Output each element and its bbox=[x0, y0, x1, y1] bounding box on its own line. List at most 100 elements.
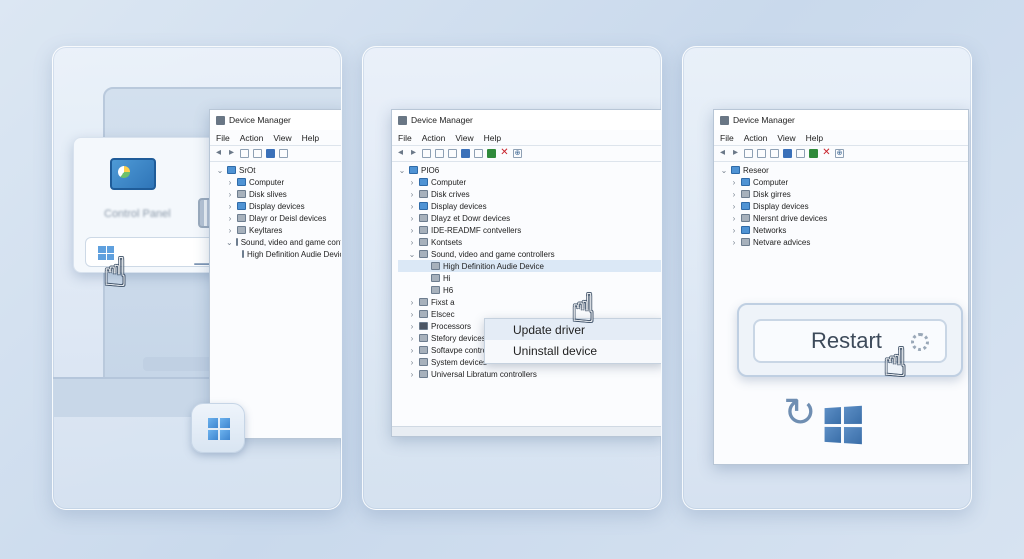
chevron-right-icon[interactable]: › bbox=[408, 214, 416, 223]
menu-help[interactable]: Help bbox=[302, 133, 319, 143]
tree-item[interactable]: › Display devices bbox=[398, 200, 661, 212]
view-icon[interactable] bbox=[757, 149, 766, 158]
help-icon[interactable] bbox=[783, 149, 792, 158]
tree-item[interactable]: › Nlersnt drive devices bbox=[720, 212, 968, 224]
uninstall-device-menu-item[interactable]: Uninstall device bbox=[485, 340, 661, 361]
chevron-down-icon[interactable]: ⌄ bbox=[216, 166, 224, 175]
scan-icon[interactable] bbox=[279, 149, 288, 158]
menu-view[interactable]: View bbox=[777, 133, 795, 143]
back-arrow-icon[interactable]: ◂ bbox=[718, 148, 727, 158]
menu-view[interactable]: View bbox=[455, 133, 473, 143]
chevron-right-icon[interactable]: › bbox=[730, 238, 738, 247]
chevron-right-icon[interactable]: › bbox=[226, 202, 234, 211]
chevron-right-icon[interactable]: › bbox=[408, 178, 416, 187]
chevron-right-icon[interactable]: › bbox=[730, 214, 738, 223]
tree-item[interactable]: High Definition Audie Device bbox=[216, 248, 341, 260]
chevron-right-icon[interactable]: › bbox=[730, 226, 738, 235]
tree-item[interactable]: › Disk girres bbox=[720, 188, 968, 200]
tree-item[interactable]: › Display devices bbox=[720, 200, 968, 212]
menu-view[interactable]: View bbox=[273, 133, 291, 143]
tree-item[interactable]: › Display devices bbox=[216, 200, 341, 212]
tree-item[interactable]: ⌄ Reseor bbox=[720, 164, 968, 176]
tree-item[interactable]: › Computer bbox=[720, 176, 968, 188]
tree-item[interactable]: High Definition Audie Device bbox=[398, 260, 661, 272]
tree-item[interactable]: › Keyltares bbox=[216, 224, 341, 236]
chevron-right-icon[interactable]: › bbox=[226, 226, 234, 235]
forward-arrow-icon[interactable]: ▸ bbox=[409, 148, 418, 158]
chevron-right-icon[interactable]: › bbox=[226, 178, 234, 187]
view-icon[interactable] bbox=[253, 149, 262, 158]
chevron-down-icon[interactable]: ⌄ bbox=[720, 166, 728, 175]
refresh-icon[interactable] bbox=[448, 149, 457, 158]
properties-icon[interactable] bbox=[422, 149, 431, 158]
tree-item[interactable]: › Dlayz et Dowr devices bbox=[398, 212, 661, 224]
windows-start-button[interactable] bbox=[191, 403, 245, 453]
chevron-right-icon[interactable]: › bbox=[408, 370, 416, 379]
tree-item[interactable]: Hi bbox=[398, 272, 661, 284]
chevron-right-icon[interactable]: › bbox=[408, 334, 416, 343]
help-icon[interactable] bbox=[266, 149, 275, 158]
menu-file[interactable]: File bbox=[216, 133, 230, 143]
download-icon[interactable]: ⊕ bbox=[835, 149, 844, 158]
tree-item[interactable]: ⌄ PIO6 bbox=[398, 164, 661, 176]
chevron-right-icon[interactable]: › bbox=[226, 214, 234, 223]
tree-item[interactable]: › Networks bbox=[720, 224, 968, 236]
uninstall-icon[interactable]: ✕ bbox=[822, 148, 831, 158]
tree-item[interactable]: › Disk slives bbox=[216, 188, 341, 200]
menu-action[interactable]: Action bbox=[422, 133, 446, 143]
forward-arrow-icon[interactable]: ▸ bbox=[227, 148, 236, 158]
restart-button[interactable]: Restart bbox=[753, 319, 947, 363]
chevron-down-icon[interactable]: ⌄ bbox=[398, 166, 406, 175]
help-icon[interactable] bbox=[461, 149, 470, 158]
chevron-right-icon[interactable]: › bbox=[408, 202, 416, 211]
tree-item[interactable]: › Netvare advices bbox=[720, 236, 968, 248]
chevron-down-icon[interactable]: ⌄ bbox=[408, 250, 416, 259]
scan-icon[interactable] bbox=[796, 149, 805, 158]
update-driver-icon[interactable] bbox=[809, 149, 818, 158]
tree-item[interactable]: › Kontsets bbox=[398, 236, 661, 248]
chevron-right-icon[interactable]: › bbox=[408, 298, 416, 307]
tree-item[interactable]: › Dlayr or Deisl devices bbox=[216, 212, 341, 224]
menu-action[interactable]: Action bbox=[240, 133, 264, 143]
menu-file[interactable]: File bbox=[398, 133, 412, 143]
tree-item[interactable]: ⌄ Sound, video and game controllers bbox=[216, 236, 341, 248]
tree-item[interactable]: › Disk crives bbox=[398, 188, 661, 200]
tree-item[interactable]: › Computer bbox=[216, 176, 341, 188]
back-arrow-icon[interactable]: ◂ bbox=[396, 148, 405, 158]
refresh-icon[interactable] bbox=[770, 149, 779, 158]
chevron-right-icon[interactable]: › bbox=[226, 190, 234, 199]
properties-icon[interactable] bbox=[744, 149, 753, 158]
tree-item[interactable]: › Computer bbox=[398, 176, 661, 188]
tree-item[interactable]: ⌄ SrOt bbox=[216, 164, 341, 176]
tree-item[interactable]: › Universal Libratum controllers bbox=[398, 368, 661, 380]
view-icon[interactable] bbox=[435, 149, 444, 158]
chevron-right-icon[interactable]: › bbox=[408, 322, 416, 331]
chevron-right-icon[interactable]: › bbox=[408, 190, 416, 199]
tree-item[interactable]: › IDE-READMF contvellers bbox=[398, 224, 661, 236]
device-manager-window[interactable]: Device Manager File Action View Help ◂ ▸… bbox=[209, 109, 341, 439]
download-icon[interactable]: ⊕ bbox=[513, 149, 522, 158]
chevron-right-icon[interactable]: › bbox=[408, 226, 416, 235]
menu-file[interactable]: File bbox=[720, 133, 734, 143]
chevron-right-icon[interactable]: › bbox=[408, 310, 416, 319]
forward-arrow-icon[interactable]: ▸ bbox=[731, 148, 740, 158]
chevron-right-icon[interactable]: › bbox=[408, 238, 416, 247]
device-manager-window[interactable]: Device Manager File Action View Help ◂ ▸… bbox=[391, 109, 661, 437]
update-driver-icon[interactable] bbox=[487, 149, 496, 158]
uninstall-icon[interactable]: ✕ bbox=[500, 148, 509, 158]
chevron-right-icon[interactable]: › bbox=[408, 346, 416, 355]
menu-help[interactable]: Help bbox=[806, 133, 823, 143]
menu-help[interactable]: Help bbox=[484, 133, 501, 143]
chevron-right-icon[interactable]: › bbox=[730, 190, 738, 199]
chevron-down-icon[interactable]: ⌄ bbox=[226, 238, 233, 247]
properties-icon[interactable] bbox=[240, 149, 249, 158]
menu-action[interactable]: Action bbox=[744, 133, 768, 143]
back-arrow-icon[interactable]: ◂ bbox=[214, 148, 223, 158]
chevron-right-icon[interactable]: › bbox=[730, 202, 738, 211]
scan-icon[interactable] bbox=[474, 149, 483, 158]
chevron-right-icon[interactable]: › bbox=[408, 358, 416, 367]
tree-item[interactable]: H6 bbox=[398, 284, 661, 296]
tree-item[interactable]: › Fixst a bbox=[398, 296, 661, 308]
tree-item[interactable]: ⌄ Sound, video and game controllers bbox=[398, 248, 661, 260]
chevron-right-icon[interactable]: › bbox=[730, 178, 738, 187]
